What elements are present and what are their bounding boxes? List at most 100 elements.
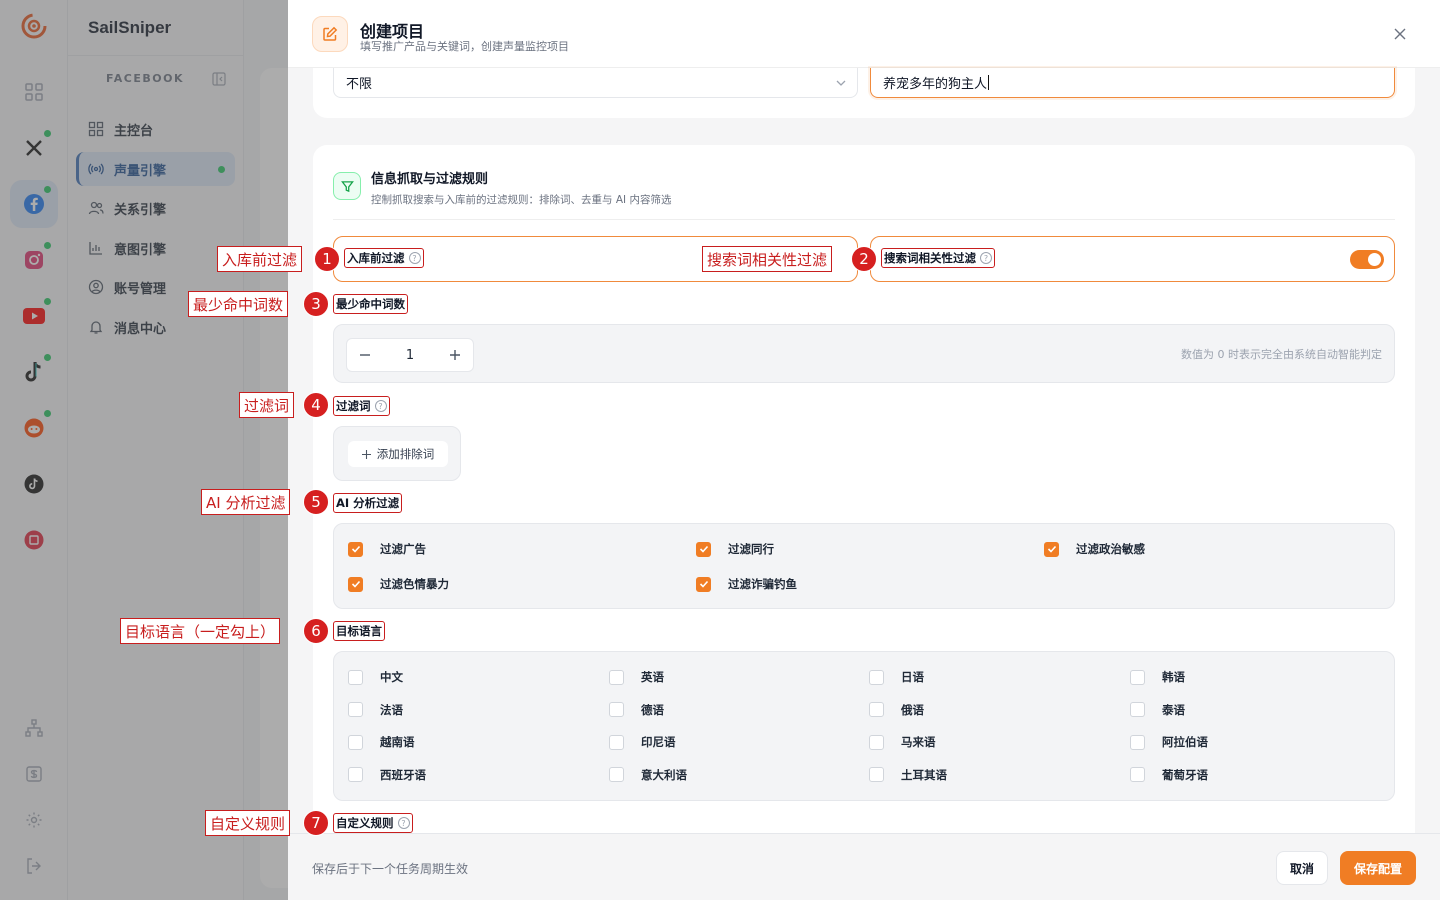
language-option[interactable]: 法语 — [348, 702, 403, 718]
help-icon[interactable]: ? — [374, 400, 387, 412]
annotation-label-7: 自定义规则 — [205, 810, 291, 836]
language-option[interactable]: 葡萄牙语 — [1130, 767, 1208, 783]
ai-filter-option[interactable]: 过滤同行 — [696, 541, 774, 557]
language-option[interactable]: 意大利语 — [609, 767, 687, 783]
checkbox[interactable] — [1130, 669, 1145, 685]
drawer-footer: 保存后于下一个任务周期生效 取消 保存配置 — [288, 833, 1440, 900]
language-option-label: 俄语 — [901, 702, 924, 717]
ai-filter-option[interactable]: 过滤诈骗钓鱼 — [696, 576, 797, 592]
language-option-label: 韩语 — [1162, 670, 1185, 684]
checkbox[interactable] — [869, 702, 884, 717]
annotation-label-1: 入库前过滤 — [217, 246, 303, 272]
target-language-text: 目标语言 — [336, 624, 382, 638]
section-divider — [333, 219, 1395, 220]
checkbox[interactable] — [1130, 767, 1145, 782]
checkbox[interactable] — [609, 767, 624, 782]
language-option[interactable]: 德语 — [609, 702, 664, 718]
relevance-filter-label: 搜索词相关性过滤 ? — [881, 248, 995, 268]
section-subtitle: 控制抓取搜索与入库前的过滤规则：排除词、去重与 AI 内容筛选 — [371, 194, 672, 206]
save-button[interactable]: 保存配置 — [1340, 851, 1416, 885]
help-icon[interactable]: ? — [980, 252, 992, 264]
audience-input[interactable]: 养宠多年的狗主人 — [870, 68, 1395, 98]
check-icon — [1047, 545, 1056, 553]
language-option[interactable]: 印尼语 — [609, 734, 676, 750]
check-icon — [699, 545, 708, 553]
annotation-number-7: 7 — [303, 810, 329, 836]
text-caret — [988, 75, 990, 90]
audience-select[interactable]: 不限 — [333, 68, 858, 98]
language-option[interactable]: 韩语 — [1130, 669, 1185, 685]
ai-filter-option-label: 过滤同行 — [728, 542, 774, 556]
relevance-filter-toggle[interactable] — [1350, 250, 1384, 269]
minus-icon[interactable] — [359, 349, 371, 361]
check-icon — [699, 580, 708, 588]
checkbox[interactable] — [609, 702, 624, 717]
plus-icon[interactable] — [449, 349, 461, 361]
checkbox[interactable] — [869, 767, 884, 782]
ai-filter-option[interactable]: 过滤广告 — [348, 541, 426, 557]
language-option-label: 英语 — [641, 670, 664, 684]
language-option-label: 泰语 — [1162, 702, 1185, 717]
ai-filter-label: AI 分析过滤 — [333, 493, 403, 513]
ai-filter-option[interactable]: 过滤政治敏感 — [1044, 541, 1145, 557]
checkbox[interactable] — [348, 669, 363, 685]
pre-filter-text: 入库前过滤 — [347, 251, 405, 265]
language-option[interactable]: 阿拉伯语 — [1130, 734, 1208, 750]
language-option[interactable]: 泰语 — [1130, 702, 1185, 718]
language-option-label: 土耳其语 — [901, 767, 947, 782]
min-hits-value[interactable]: 1 — [406, 348, 414, 363]
checkbox[interactable] — [869, 734, 884, 750]
min-hits-hint: 数值为 0 时表示完全由系统自动智能判定 — [1181, 348, 1382, 361]
checkbox[interactable] — [869, 669, 884, 685]
checkbox-checked[interactable] — [1044, 541, 1059, 557]
language-option-label: 马来语 — [901, 735, 936, 749]
checkbox-checked[interactable] — [348, 541, 363, 557]
language-option-label: 葡萄牙语 — [1162, 767, 1208, 782]
cancel-button[interactable]: 取消 — [1276, 851, 1328, 885]
modal-overlay[interactable] — [0, 0, 288, 900]
close-button[interactable] — [1390, 24, 1410, 44]
filter-words-label: 过滤词 ? — [333, 396, 390, 416]
language-option[interactable]: 西班牙语 — [348, 767, 426, 783]
checkbox[interactable] — [348, 767, 363, 782]
language-option-label: 德语 — [641, 702, 664, 717]
checkbox[interactable] — [348, 702, 363, 717]
min-hits-stepper[interactable]: 1 — [346, 338, 474, 372]
annotation-number-2: 2 — [851, 246, 877, 272]
language-option[interactable]: 英语 — [609, 669, 664, 685]
checkbox[interactable] — [1130, 702, 1145, 717]
language-option-label: 法语 — [380, 702, 403, 717]
ai-filter-option[interactable]: 过滤色情暴力 — [348, 576, 449, 592]
funnel-icon — [333, 172, 361, 200]
language-option[interactable]: 中文 — [348, 669, 403, 685]
help-icon[interactable]: ? — [397, 817, 410, 829]
checkbox-checked[interactable] — [696, 541, 711, 557]
language-option[interactable]: 土耳其语 — [869, 767, 947, 783]
checkbox[interactable] — [609, 734, 624, 750]
min-hits-box: 1 数值为 0 时表示完全由系统自动智能判定 — [333, 324, 1395, 383]
language-option[interactable]: 俄语 — [869, 702, 924, 718]
language-option[interactable]: 日语 — [869, 669, 924, 685]
custom-rules-text: 自定义规则 — [336, 816, 394, 830]
drawer-header: 创建项目 填写推广产品与关键词，创建声量监控项目 — [288, 0, 1440, 68]
select-value: 不限 — [346, 77, 373, 92]
ai-filter-text: AI 分析过滤 — [336, 496, 400, 510]
min-hits-text: 最少命中词数 — [336, 297, 405, 311]
check-icon — [351, 580, 360, 588]
checkbox-checked[interactable] — [696, 576, 711, 592]
checkbox[interactable] — [348, 734, 363, 750]
edit-icon — [312, 16, 348, 52]
annotation-label-2: 搜索词相关性过滤 — [702, 246, 833, 272]
language-option-label: 中文 — [380, 670, 403, 684]
language-option[interactable]: 马来语 — [869, 734, 936, 750]
help-icon[interactable]: ? — [408, 252, 421, 264]
ai-filter-option-label: 过滤色情暴力 — [380, 577, 449, 591]
language-option-label: 意大利语 — [641, 767, 687, 782]
checkbox-checked[interactable] — [348, 576, 363, 592]
checkbox[interactable] — [1130, 734, 1145, 750]
add-exclude-label: 添加排除词 — [376, 447, 435, 461]
add-exclude-button[interactable]: 添加排除词 — [348, 441, 448, 467]
language-option[interactable]: 越南语 — [348, 734, 415, 750]
checkbox[interactable] — [609, 669, 624, 685]
annotation-label-6: 目标语言（一定勾上） — [120, 618, 281, 644]
